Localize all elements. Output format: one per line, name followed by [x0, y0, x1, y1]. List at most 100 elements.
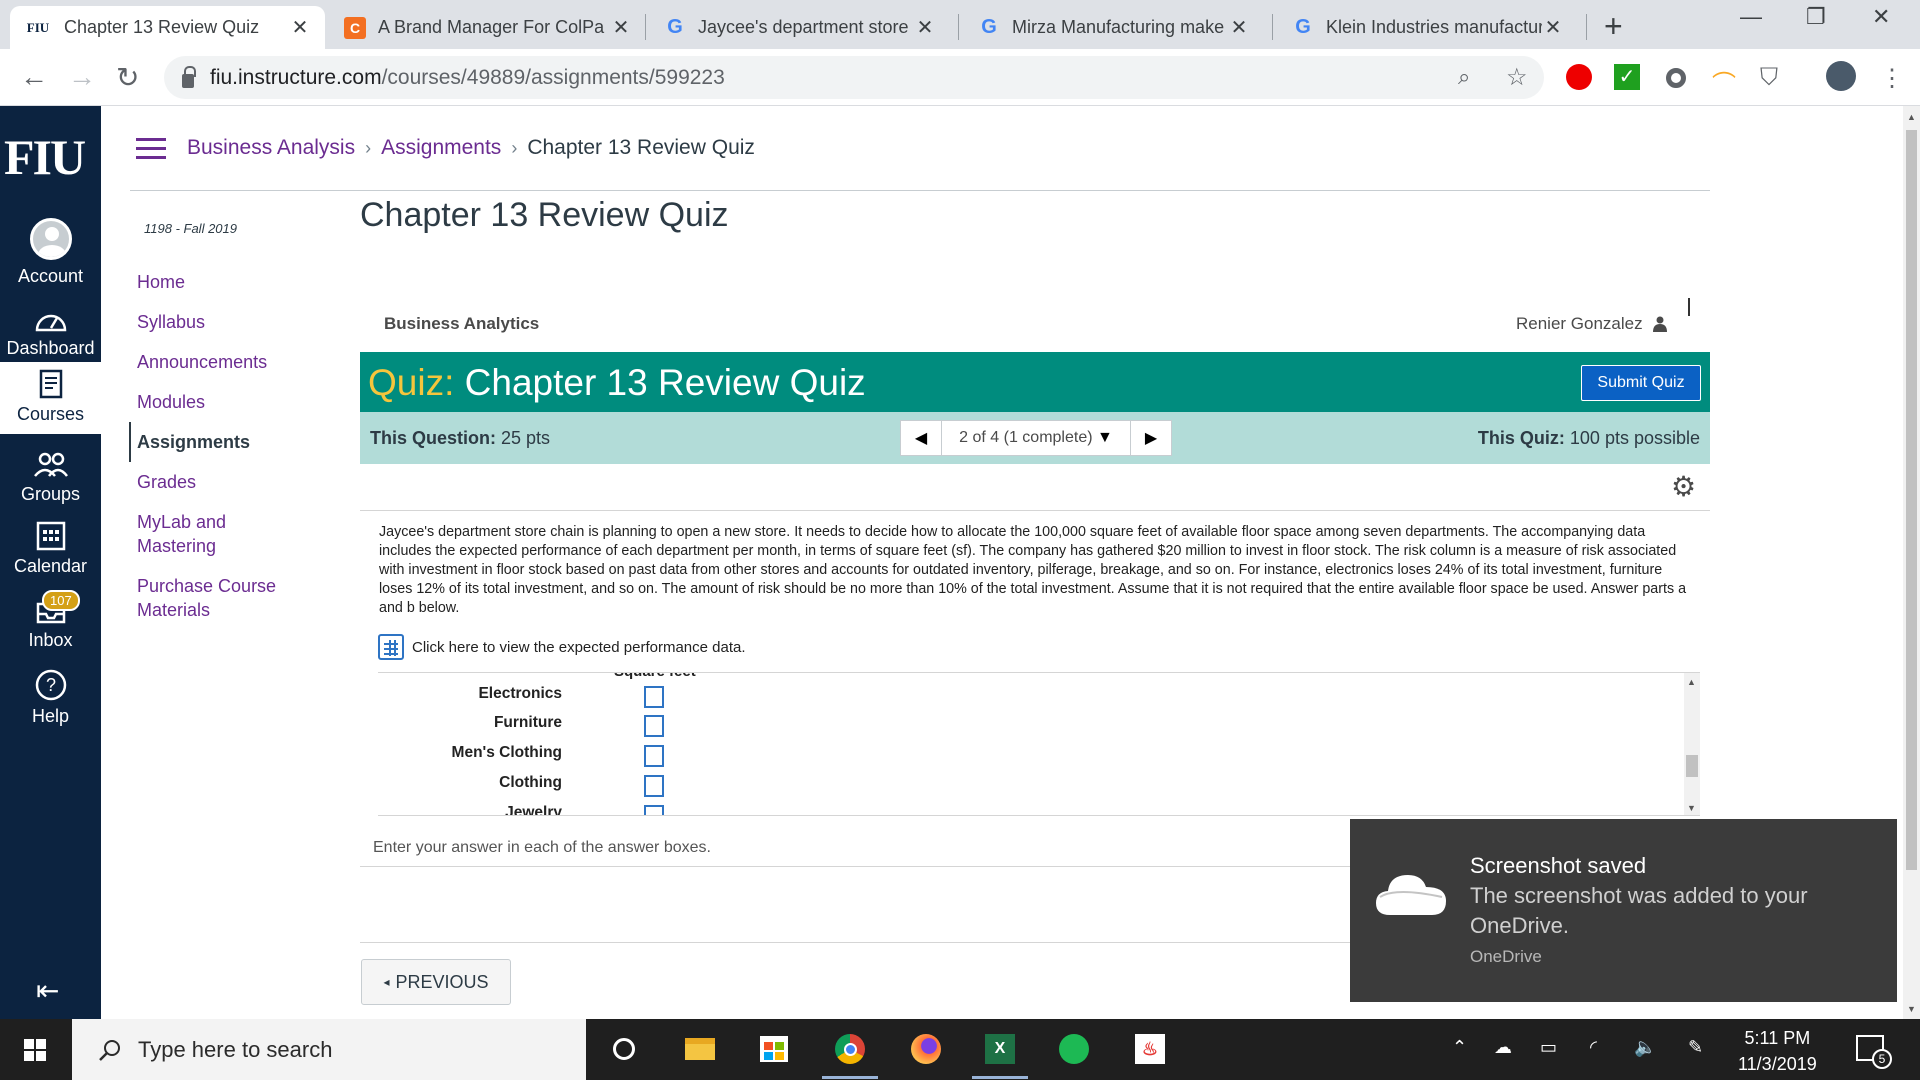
- performance-data-link[interactable]: Click here to view the expected performa…: [378, 634, 746, 660]
- app-icon[interactable]: ♨: [1134, 1033, 1166, 1065]
- show-hidden-icons[interactable]: ⌃: [1452, 1037, 1467, 1058]
- file-explorer-icon[interactable]: [684, 1033, 716, 1065]
- scroll-up-icon[interactable]: ▲: [1687, 677, 1696, 687]
- answer-box-clothing[interactable]: [644, 775, 664, 797]
- onedrive-notification[interactable]: Screenshot saved The screenshot was adde…: [1350, 819, 1897, 1002]
- tab-jaycees-department-store[interactable]: G Jaycee's department store c ✕: [650, 6, 950, 49]
- previous-button[interactable]: ◂ PREVIOUS: [361, 959, 511, 1005]
- close-icon[interactable]: ✕: [289, 15, 311, 40]
- tab-mirza-manufacturing[interactable]: G Mirza Manufacturing make ✕: [964, 6, 1264, 49]
- wifi-icon[interactable]: ◜: [1590, 1037, 1597, 1058]
- global-nav-label: Calendar: [13, 556, 88, 576]
- new-tab-button[interactable]: +: [1604, 8, 1623, 45]
- question-select[interactable]: 2 of 4 (1 complete) ▼: [941, 421, 1131, 455]
- breadcrumb-business-analysis[interactable]: Business Analysis: [187, 136, 355, 160]
- shield-extension-icon[interactable]: ⛉: [1760, 64, 1778, 92]
- close-icon[interactable]: ✕: [1542, 15, 1564, 40]
- courses-icon: [39, 369, 62, 399]
- spotify-icon[interactable]: [1058, 1033, 1090, 1065]
- course-nav-home[interactable]: Home: [137, 262, 317, 302]
- inbox-unread-badge: 107: [42, 590, 80, 611]
- collapse-nav-icon[interactable]: ⇤: [36, 974, 59, 1007]
- tab-klein-industries[interactable]: G Klein Industries manufactur ✕: [1278, 6, 1578, 49]
- question-info-bar: This Question: 25 pts ◀ 2 of 4 (1 comple…: [360, 412, 1710, 464]
- page-scrollbar-thumb[interactable]: [1906, 130, 1917, 870]
- adblock-extension-icon[interactable]: [1566, 64, 1592, 90]
- excel-icon[interactable]: X: [972, 1033, 1028, 1079]
- volume-icon[interactable]: 🔈: [1634, 1037, 1656, 1058]
- tab-chapter-13-review-quiz[interactable]: FIU Chapter 13 Review Quiz ✕: [10, 6, 325, 49]
- global-nav-calendar[interactable]: Calendar: [0, 518, 101, 577]
- global-nav-inbox[interactable]: 107 Inbox: [0, 590, 101, 651]
- gear-icon[interactable]: ⚙: [1671, 470, 1696, 503]
- next-question-icon[interactable]: ▶: [1131, 428, 1171, 448]
- checkmark-extension-icon[interactable]: ✓: [1614, 64, 1640, 90]
- forward-arrow-icon[interactable]: →: [68, 61, 96, 93]
- profile-avatar[interactable]: [1826, 61, 1856, 91]
- course-nav-grades[interactable]: Grades: [137, 462, 317, 502]
- answer-box-furniture[interactable]: [644, 715, 664, 737]
- submit-quiz-button[interactable]: Submit Quiz: [1581, 365, 1701, 401]
- menu-kebab-icon[interactable]: ⋮: [1880, 64, 1904, 93]
- scroll-up-icon[interactable]: ▲: [1907, 112, 1916, 122]
- scroll-down-icon[interactable]: ▼: [1687, 803, 1696, 813]
- close-icon[interactable]: ✕: [1228, 15, 1250, 40]
- course-nav-modules[interactable]: Modules: [137, 382, 317, 422]
- close-window-icon[interactable]: ✕: [1872, 4, 1890, 30]
- course-nav-announcements[interactable]: Announcements: [137, 342, 317, 382]
- course-nav-mylab[interactable]: MyLab and Mastering: [137, 502, 267, 566]
- reload-icon[interactable]: ↻: [116, 61, 139, 94]
- microsoft-store-icon[interactable]: [758, 1033, 790, 1065]
- tab-divider: [1586, 14, 1587, 40]
- course-nav-syllabus[interactable]: Syllabus: [137, 302, 317, 342]
- windows-start-icon[interactable]: [24, 1039, 46, 1061]
- answer-scrollbar[interactable]: ▲ ▼: [1684, 673, 1700, 815]
- scrollbar-thumb[interactable]: [1686, 755, 1698, 777]
- answer-box-jewelry[interactable]: [644, 805, 664, 815]
- chrome-icon[interactable]: [822, 1033, 878, 1079]
- google-favicon-icon: G: [1295, 16, 1311, 38]
- minimize-icon[interactable]: —: [1740, 4, 1762, 30]
- arc-extension-icon[interactable]: ⌒: [1712, 64, 1736, 99]
- tab-brand-manager[interactable]: C A Brand Manager For ColPa ✕: [330, 6, 646, 49]
- bookmark-star-icon[interactable]: ☆: [1506, 63, 1528, 92]
- global-nav-courses[interactable]: Courses: [0, 362, 101, 434]
- zoom-icon[interactable]: ⌕: [1458, 64, 1470, 90]
- onedrive-tray-icon[interactable]: ☁: [1494, 1037, 1512, 1058]
- fiu-logo[interactable]: FIU: [4, 128, 86, 186]
- close-icon[interactable]: ✕: [914, 15, 936, 40]
- close-icon[interactable]: ✕: [610, 15, 632, 40]
- toast-body: The screenshot was added to your OneDriv…: [1470, 883, 1808, 938]
- global-nav-groups[interactable]: Groups: [0, 450, 101, 505]
- answer-box-electronics[interactable]: [644, 686, 664, 708]
- notification-count-badge: 5: [1872, 1049, 1892, 1069]
- hamburger-menu-icon[interactable]: [136, 138, 166, 165]
- page-scrollbar[interactable]: ▲ ▼: [1903, 106, 1920, 1019]
- address-bar[interactable]: fiu.instructure.com/courses/49889/assign…: [164, 56, 1544, 99]
- course-name: Business Analytics: [384, 314, 540, 333]
- url-text: fiu.instructure.com/courses/49889/assign…: [210, 66, 725, 90]
- previous-question-icon[interactable]: ◀: [901, 428, 941, 448]
- circle-extension-icon[interactable]: [1666, 68, 1686, 88]
- global-nav-account[interactable]: Account: [0, 218, 101, 287]
- cortana-icon[interactable]: [608, 1033, 640, 1065]
- breadcrumb-assignments[interactable]: Assignments: [381, 136, 501, 160]
- taskbar-search-box[interactable]: Type here to search: [72, 1019, 586, 1080]
- back-arrow-icon[interactable]: ←: [20, 61, 48, 93]
- course-nav-purchase-materials[interactable]: Purchase Course Materials: [137, 566, 297, 630]
- pen-icon[interactable]: ✎: [1688, 1037, 1703, 1058]
- scroll-down-icon[interactable]: ▼: [1907, 1004, 1916, 1014]
- global-nav-dashboard[interactable]: Dashboard: [0, 306, 101, 359]
- help-icon: ?: [35, 669, 66, 701]
- battery-icon[interactable]: ▭: [1540, 1037, 1557, 1058]
- answer-scroll-area[interactable]: Square feet Electronics Furniture Men's …: [378, 672, 1700, 816]
- quiz-title: Quiz: Chapter 13 Review Quiz: [368, 362, 866, 404]
- firefox-icon[interactable]: [910, 1033, 942, 1065]
- answer-box-mens-clothing[interactable]: [644, 745, 664, 767]
- restore-icon[interactable]: ❐: [1806, 4, 1826, 30]
- this-quiz-value: 100 pts possible: [1569, 428, 1700, 448]
- taskbar-clock[interactable]: 5:11 PM 11/3/2019: [1738, 1025, 1817, 1077]
- global-nav-help[interactable]: ? Help: [0, 668, 101, 727]
- action-center-icon[interactable]: 5: [1856, 1035, 1892, 1069]
- course-nav-assignments[interactable]: Assignments: [129, 422, 317, 462]
